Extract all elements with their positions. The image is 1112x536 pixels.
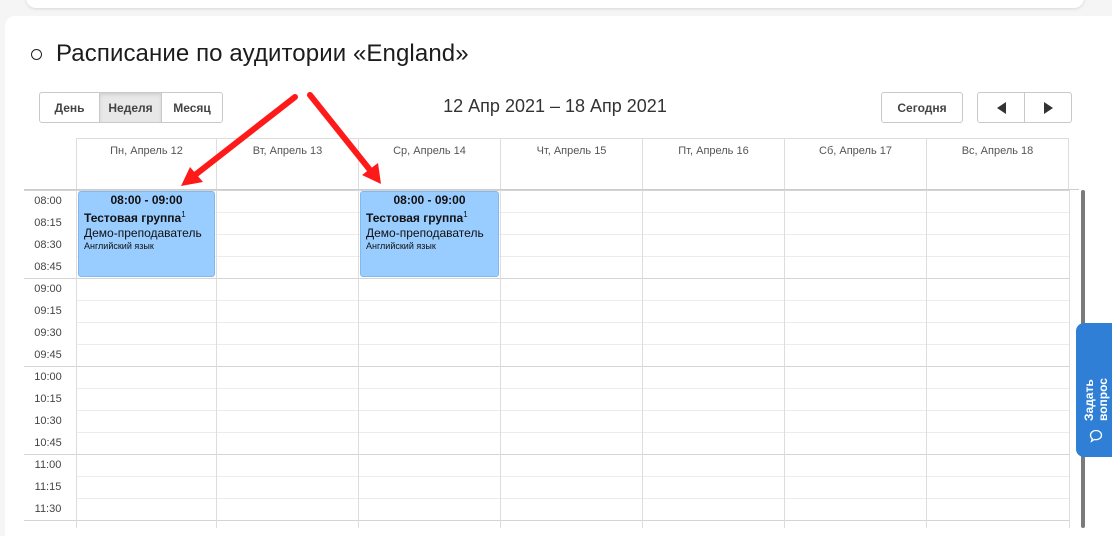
event-teacher: Демо-преподаватель [366,226,484,240]
day-header-row: Пн, Апрель 12 Вт, Апрель 13 Ср, Апрель 14 Ч… [24,138,1069,190]
hour-gridline [24,520,1069,521]
view-week-button[interactable]: Неделя [100,92,162,123]
event-teacher: Демо-преподаватель [84,226,202,240]
triangle-right-icon [1043,101,1053,114]
time-label: 11:15 [34,481,62,493]
quarter-gridline [76,476,1069,477]
next-week-button[interactable] [1025,92,1072,123]
quarter-gridline [76,322,1069,323]
day-column-divider [784,190,785,528]
page-heading: Расписание по аудитории «England» [31,39,469,69]
event-group-name: Тестовая группа [366,211,464,225]
time-label: 09:00 [34,283,62,295]
quarter-gridline [76,498,1069,499]
chat-bubble-icon [1089,429,1103,448]
time-label: 10:45 [34,437,62,449]
time-label: 09:30 [34,327,62,339]
ask-question-tab[interactable]: Задать вопрос [1076,323,1112,457]
time-label: 08:30 [34,239,62,251]
day-header: Вс, Апрель 18 [926,138,1069,190]
quarter-gridline [76,344,1069,345]
day-column-divider [1069,190,1070,528]
view-month-button[interactable]: Месяц [162,92,223,123]
time-label: 11:00 [34,459,62,471]
time-label: 08:45 [34,261,62,273]
day-header: Ср, Апрель 14 [358,138,500,190]
event-group-count: 1 [181,210,186,219]
day-column-divider [358,190,359,528]
quarter-gridline [76,410,1069,411]
event-group: Тестовая группа1 [366,207,493,226]
time-label: 08:15 [34,217,62,229]
calendar-event[interactable]: 08:00 - 09:00 Тестовая группа1 Демо-препод… [78,191,215,277]
event-group-count: 1 [463,210,468,219]
view-switcher: День Неделя Месяц [39,92,223,123]
day-header: Пт, Апрель 16 [642,138,784,190]
quarter-gridline [76,256,1069,257]
day-header: Пн, Апрель 12 [76,138,216,190]
time-label: 09:45 [34,349,62,361]
hour-gridline [24,454,1069,455]
today-group: Сегодня [881,92,963,123]
quarter-gridline [76,300,1069,301]
time-label: 10:15 [34,393,62,405]
prev-week-button[interactable] [977,92,1025,123]
day-header: Вт, Апрель 13 [216,138,358,190]
quarter-gridline [76,234,1069,235]
calendar-event[interactable]: 08:00 - 09:00 Тестовая группа1 Демо-препод… [360,191,499,277]
view-day-button[interactable]: День [39,92,100,123]
date-range-title: 12 Апр 2021 – 18 Апр 2021 [443,96,667,116]
triangle-left-icon [996,101,1006,114]
hour-gridline [24,366,1069,367]
bullet-icon [31,48,42,60]
today-button[interactable]: Сегодня [881,92,963,123]
day-column-divider [76,190,77,528]
event-subject: Английский язык [366,241,436,251]
time-label: 10:00 [34,371,62,383]
day-column-divider [216,190,217,528]
day-column-divider [642,190,643,528]
event-group: Тестовая группа1 [84,207,209,226]
page-title: Расписание по аудитории «England» [56,40,469,67]
top-card [26,0,1084,8]
time-label: 10:30 [34,415,62,427]
event-group-name: Тестовая группа [84,211,182,225]
day-column-divider [500,190,501,528]
hour-gridline [24,278,1069,279]
quarter-gridline [76,212,1069,213]
day-header: Сб, Апрель 17 [784,138,926,190]
quarter-gridline [76,388,1069,389]
event-time: 08:00 - 09:00 [393,193,466,207]
week-calendar: Пн, Апрель 12 Вт, Апрель 13 Ср, Апрель 14 Ч… [24,138,1086,528]
ask-question-label: Задать вопрос [1082,378,1110,421]
day-header: Чт, Апрель 15 [500,138,642,190]
time-label: 11:30 [34,503,62,515]
event-subject: Английский язык [84,241,154,251]
time-label: 08:00 [34,195,62,207]
quarter-gridline [76,432,1069,433]
nav-buttons [977,92,1072,123]
event-time: 08:00 - 09:00 [110,193,183,207]
day-column-divider [926,190,927,528]
time-label: 09:15 [34,305,62,317]
